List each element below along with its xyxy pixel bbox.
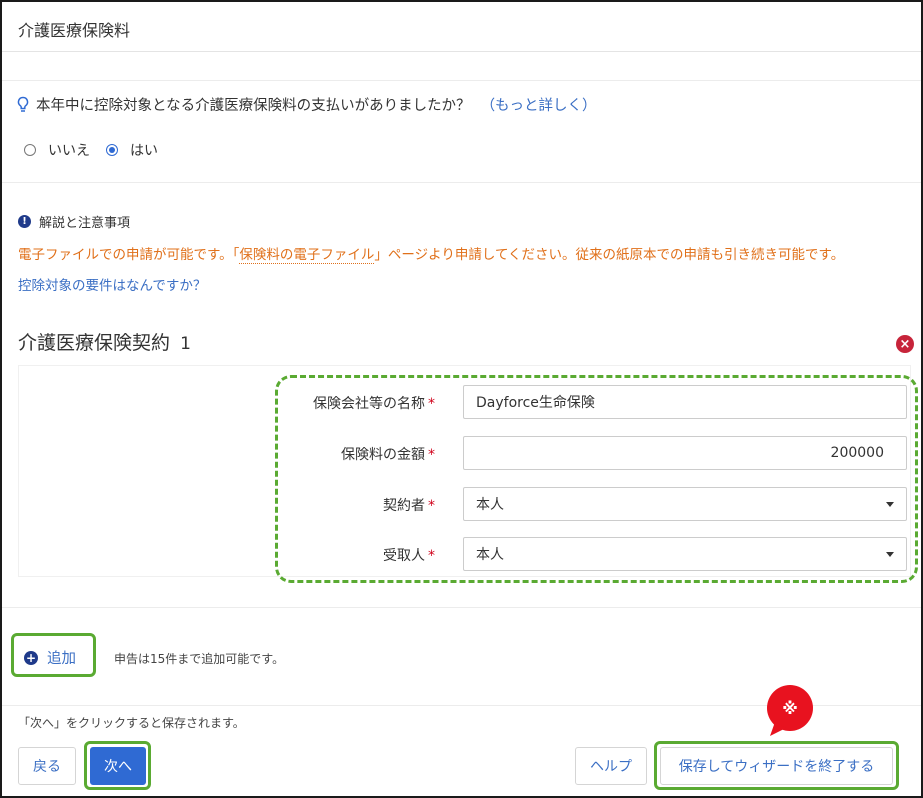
contractor-select[interactable]: 本人	[463, 487, 907, 521]
required-mark: *	[428, 396, 435, 412]
notes-body-prefix: 電子ファイルでの申請が可能です。「	[18, 247, 240, 263]
contract-title: 介護医療保険契約	[18, 332, 171, 354]
next-button[interactable]: 次へ	[90, 747, 146, 785]
wizard-frame: 介護医療保険料 本年中に控除対象となる介護医療保険料の支払いがありましたか？ （…	[0, 0, 923, 798]
amount-label: 保険料の金額 *	[235, 444, 435, 464]
info-icon: !	[18, 215, 31, 228]
required-mark: *	[428, 548, 435, 564]
premium-amount-value: 200000	[830, 445, 884, 461]
delete-contract-icon[interactable]: ×	[896, 335, 914, 353]
divider	[2, 607, 921, 608]
company-name-input[interactable]: Dayforce生命保険	[463, 385, 907, 419]
company-name-value: Dayforce生命保険	[476, 395, 595, 411]
company-label: 保険会社等の名称 *	[235, 393, 435, 413]
radio-yes-label: はい	[130, 143, 158, 159]
help-button[interactable]: ヘルプ	[575, 747, 647, 785]
radio-yes-circle[interactable]	[106, 144, 118, 156]
notes-body-suffix: 」ページより申請してください。従来の紙原本での申請も引き続き可能です。	[374, 247, 845, 263]
radio-no[interactable]: いいえ	[24, 140, 90, 160]
caret-down-icon	[886, 502, 894, 507]
caret-down-icon	[886, 552, 894, 557]
more-details-link[interactable]: （もっと詳しく）	[481, 94, 597, 115]
notes-heading: ! 解説と注意事項	[18, 212, 130, 231]
contractor-value: 本人	[476, 497, 504, 513]
contract-heading: 介護医療保険契約 1	[18, 328, 191, 355]
save-note: 「次へ」をクリックすると保存されます。	[18, 716, 245, 730]
callout-bubble: ※	[767, 685, 813, 736]
radio-no-circle[interactable]	[24, 144, 36, 156]
radio-no-label: いいえ	[48, 143, 90, 159]
required-mark: *	[428, 447, 435, 463]
recipient-label: 受取人 *	[235, 545, 435, 565]
e-file-page-link[interactable]: 保険料の電子ファイル	[239, 247, 375, 264]
notes-title: 解説と注意事項	[39, 216, 131, 231]
amount-label-text: 保険料の金額	[341, 447, 425, 463]
required-mark: *	[428, 498, 435, 514]
back-button[interactable]: 戻る	[18, 747, 76, 785]
divider	[2, 182, 921, 183]
radio-yes[interactable]: はい	[106, 140, 158, 160]
contract-number: 1	[180, 334, 191, 354]
contractor-label-text: 契約者	[383, 498, 425, 514]
premium-amount-input[interactable]: 200000	[463, 436, 907, 470]
notes-body: 電子ファイルでの申請が可能です。「保険料の電子ファイル」ページより申請してくださ…	[18, 243, 845, 264]
question-row: 本年中に控除対象となる介護医療保険料の支払いがありましたか？ （もっと詳しく）	[16, 94, 597, 115]
save-and-exit-button[interactable]: 保存してウィザードを終了する	[660, 747, 893, 785]
add-limit-note: 申告は15件まで追加可能です。	[114, 652, 285, 666]
requirements-link[interactable]: 控除対象の要件はなんですか？	[18, 274, 206, 294]
company-label-text: 保険会社等の名称	[313, 396, 425, 412]
lightbulb-icon	[17, 96, 29, 112]
recipient-select[interactable]: 本人	[463, 537, 907, 571]
contractor-label: 契約者 *	[235, 495, 435, 515]
callout-mark: ※	[782, 699, 798, 718]
add-label: 追加	[47, 651, 76, 667]
question-text: 本年中に控除対象となる介護医療保険料の支払いがありましたか？	[36, 98, 471, 114]
page-title: 介護医療保険料	[18, 21, 131, 40]
recipient-value: 本人	[476, 547, 504, 563]
divider	[2, 80, 921, 81]
answer-radio-group: いいえ はい	[24, 140, 174, 160]
recipient-label-text: 受取人	[383, 548, 425, 564]
page-header: 介護医療保険料	[2, 2, 921, 52]
plus-icon: +	[24, 650, 38, 665]
add-contract-button[interactable]: + 追加	[24, 647, 76, 668]
